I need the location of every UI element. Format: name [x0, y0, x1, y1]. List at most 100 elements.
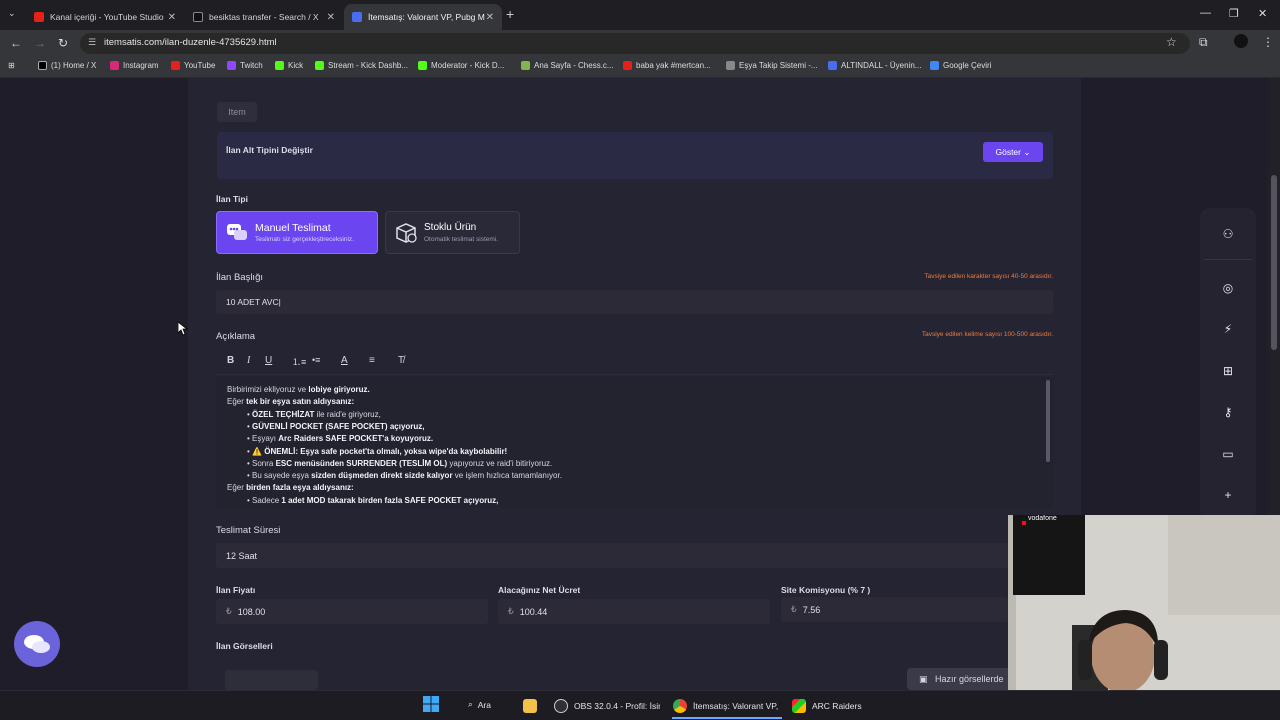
bookmark-label: Stream - Kick Dashb...	[328, 61, 409, 70]
bookmark-esya-takip[interactable]: Eşya Takip Sistemi -...	[726, 61, 818, 70]
bullet-list-icon[interactable]: •≡	[312, 355, 320, 365]
search-icon: ⌕	[468, 699, 473, 709]
type-card-stock-product[interactable]: Stoklu Ürün Otomatik teslimat sistemi.	[385, 211, 520, 254]
bookmark-kick-moderator[interactable]: Moderator - Kick D...	[418, 61, 504, 70]
description-line: • Sonra ESC menüsünden SURRENDER (TESLİM…	[247, 458, 553, 468]
youtube-icon	[171, 61, 180, 70]
image-icon: ▣	[919, 674, 928, 684]
extensions-icon[interactable]: ⧉	[1199, 35, 1208, 50]
url-text[interactable]: itemsatis.com/ilan-duzenle-4735629.html	[104, 37, 277, 48]
maximize-button[interactable]: ❐	[1229, 7, 1239, 20]
description-line: Eğer birden fazla eşya aldıysanız:	[227, 483, 354, 493]
title-input[interactable]: 10 ADET AVC|	[216, 290, 1053, 314]
bookmark-label: Eşya Takip Sistemi -...	[739, 61, 818, 70]
type-card-subtitle: Otomatik teslimat sistemi.	[424, 236, 499, 243]
taskbar-chrome[interactable]: İtemsatış: Valorant VP, F	[673, 699, 779, 713]
description-line: Birbirimizi ekliyoruz ve lobiye giriyoru…	[227, 385, 370, 394]
ordered-list-icon[interactable]: ⒈≡	[292, 355, 306, 368]
close-icon[interactable]: ✕	[168, 12, 176, 23]
net-amount-label: Alacağınız Net Ücret	[498, 585, 581, 595]
kick-icon	[275, 61, 284, 70]
translate-icon	[930, 61, 939, 70]
close-icon[interactable]: ✕	[327, 12, 335, 23]
plus-icon[interactable]: +	[1220, 488, 1236, 504]
wallet-icon[interactable]: ▭	[1220, 447, 1236, 463]
bookmark-label: Twitch	[240, 61, 263, 70]
bookmark-kick-dashboard[interactable]: Stream - Kick Dashb...	[315, 61, 408, 70]
delivery-time-select[interactable]: 12 Saat	[216, 543, 1053, 568]
start-button[interactable]	[423, 696, 439, 712]
show-button[interactable]: Göster ⌄	[983, 142, 1043, 162]
bookmark-instagram[interactable]: Instagram	[110, 61, 159, 70]
bookmark-baba-yak[interactable]: baba yak #mertcan...	[623, 61, 711, 70]
key-icon[interactable]: ⚷	[1220, 405, 1236, 421]
itemsatis-icon	[352, 12, 362, 22]
bookmark-label: baba yak #mertcan...	[636, 61, 711, 70]
description-line: • Bu sayede eşya sizden düşmeden direkt …	[247, 471, 562, 481]
underline-icon[interactable]: U	[265, 355, 272, 366]
align-icon[interactable]: ≡	[369, 355, 375, 366]
lira-icon: ₺	[508, 606, 514, 616]
taskbar-arc-raiders[interactable]: ARC Raiders	[792, 699, 862, 713]
bookmark-youtube[interactable]: YouTube	[171, 61, 215, 70]
type-card-manual-delivery[interactable]: Manuel Teslimat Teslimatı siz gerçekleşt…	[216, 211, 378, 254]
bold-icon[interactable]: B	[227, 355, 234, 366]
bookmark-x-home[interactable]: (1) Home / X	[38, 61, 96, 70]
profile-avatar[interactable]	[1234, 34, 1248, 48]
menu-icon[interactable]: ⋮	[1262, 35, 1274, 49]
image-thumbnail[interactable]	[225, 670, 318, 690]
description-editor[interactable]: Birbirimizi ekliyoruz ve lobiye giriyoru…	[216, 377, 1053, 508]
box-icon	[396, 223, 417, 243]
kick-icon	[315, 61, 324, 70]
youtube-icon	[34, 12, 44, 22]
x-logo-icon	[193, 12, 203, 22]
apps-grid-icon[interactable]: ⊞	[8, 61, 15, 70]
bookmark-google-translate[interactable]: Google Çeviri	[930, 61, 991, 70]
net-amount-value: 100.44	[519, 606, 548, 617]
user-icon[interactable]: ⚇	[1220, 227, 1236, 243]
new-tab-button[interactable]: +	[506, 6, 514, 22]
price-label: İlan Fiyatı	[216, 585, 256, 595]
editor-scrollbar[interactable]	[1046, 380, 1050, 462]
title-hint: Tavsiye edilen karakter sayısı 40-50 ara…	[924, 273, 1053, 280]
italic-icon[interactable]: I	[247, 355, 250, 366]
subtype-section	[217, 132, 1053, 179]
lira-icon: ₺	[226, 606, 232, 616]
file-explorer-button[interactable]	[523, 699, 543, 713]
close-icon[interactable]: ✕	[486, 12, 494, 23]
bookmark-chess[interactable]: Ana Sayfa - Chess.c...	[521, 61, 614, 70]
page-scrollbar-thumb[interactable]	[1271, 175, 1277, 350]
delivery-time-label: Teslimat Süresi	[216, 525, 281, 536]
site-info-icon[interactable]: ☰	[88, 37, 96, 48]
bookmark-altindall[interactable]: ALTINDALL - Üyenin...	[828, 61, 921, 70]
tab-youtube-studio[interactable]: Kanal içeriği - YouTube Studio ✕	[26, 4, 184, 30]
minimize-button[interactable]: —	[1200, 7, 1211, 19]
taskbar-obs[interactable]: OBS 32.0.4 - Profil: İsims	[554, 699, 660, 713]
lightning-icon[interactable]: ⚡	[1220, 322, 1236, 338]
bookmark-kick[interactable]: Kick	[275, 61, 303, 70]
reload-button[interactable]: ↻	[58, 36, 68, 50]
price-input[interactable]: ₺ 108.00	[216, 599, 488, 624]
tab-x-search[interactable]: besiktas transfer - Search / X ✕	[185, 4, 343, 30]
tab-itemsatis[interactable]: İtemsatış: Valorant VP, Pubg M ✕	[344, 4, 502, 30]
close-window-button[interactable]: ✕	[1258, 7, 1267, 20]
instagram-icon[interactable]: ◎	[1220, 281, 1236, 297]
chrome-icon	[673, 699, 687, 713]
tab-label: besiktas transfer - Search / X	[209, 12, 319, 22]
chat-icon	[24, 635, 50, 653]
live-chat-button[interactable]	[14, 621, 60, 667]
taskbar-item-label: ARC Raiders	[812, 701, 862, 711]
clear-format-icon[interactable]: T̸	[398, 355, 404, 366]
bookmark-star-icon[interactable]: ☆	[1166, 35, 1177, 49]
ready-images-button[interactable]: ▣ Hazır görsellerde	[907, 668, 1017, 690]
gift-icon[interactable]: ⊞	[1220, 364, 1236, 380]
description-line: • ÖZEL TEÇHİZAT ile raid'e giriyoruz,	[247, 409, 381, 419]
forward-button[interactable]: →	[34, 36, 46, 50]
youtube-icon	[623, 61, 632, 70]
back-button[interactable]: ←	[10, 36, 22, 50]
document-icon	[726, 61, 735, 70]
text-color-icon[interactable]: A	[341, 355, 348, 366]
bookmark-twitch[interactable]: Twitch	[227, 61, 263, 70]
tab-search-icon[interactable]: ⌄	[8, 8, 16, 19]
taskbar-search[interactable]: ⌕ Ara	[468, 699, 491, 710]
